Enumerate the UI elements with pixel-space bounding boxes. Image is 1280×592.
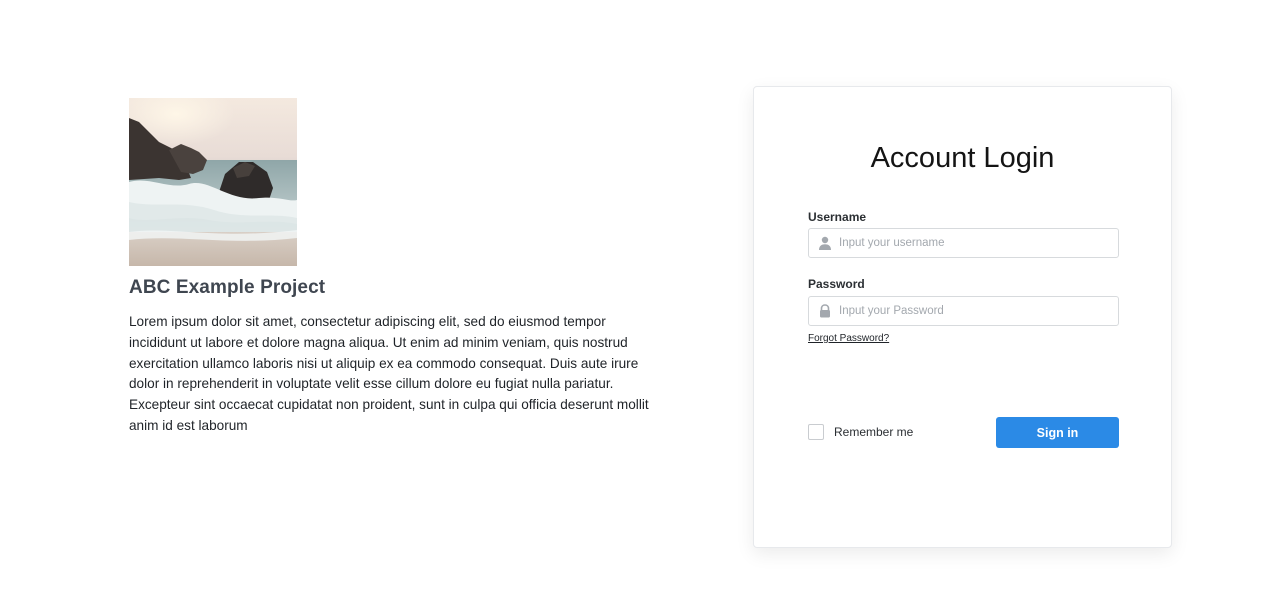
password-label: Password <box>808 277 865 291</box>
remember-me: Remember me <box>808 424 913 440</box>
user-icon <box>818 236 832 250</box>
username-label: Username <box>808 210 867 224</box>
project-description: Lorem ipsum dolor sit amet, consectetur … <box>129 314 649 433</box>
password-input[interactable] <box>839 297 1114 325</box>
remember-me-checkbox[interactable] <box>808 424 824 440</box>
password-field-wrapper <box>808 296 1119 326</box>
sign-in-button[interactable]: Sign in <box>996 417 1119 448</box>
login-page: ABC Example Project Lorem ipsum dolor si… <box>0 0 1280 592</box>
remember-me-label[interactable]: Remember me <box>834 425 913 439</box>
project-image <box>129 98 297 266</box>
forgot-password-link[interactable]: Forgot Password? <box>808 333 889 344</box>
lock-icon <box>818 304 832 318</box>
username-field-wrapper <box>808 228 1119 258</box>
project-title: ABC Example Project <box>129 277 326 298</box>
login-card: Account Login Username Password Forgot P… <box>753 86 1172 548</box>
username-input[interactable] <box>839 229 1114 257</box>
login-title: Account Login <box>870 142 1055 174</box>
project-info: ABC Example Project Lorem ipsum dolor si… <box>129 98 659 437</box>
